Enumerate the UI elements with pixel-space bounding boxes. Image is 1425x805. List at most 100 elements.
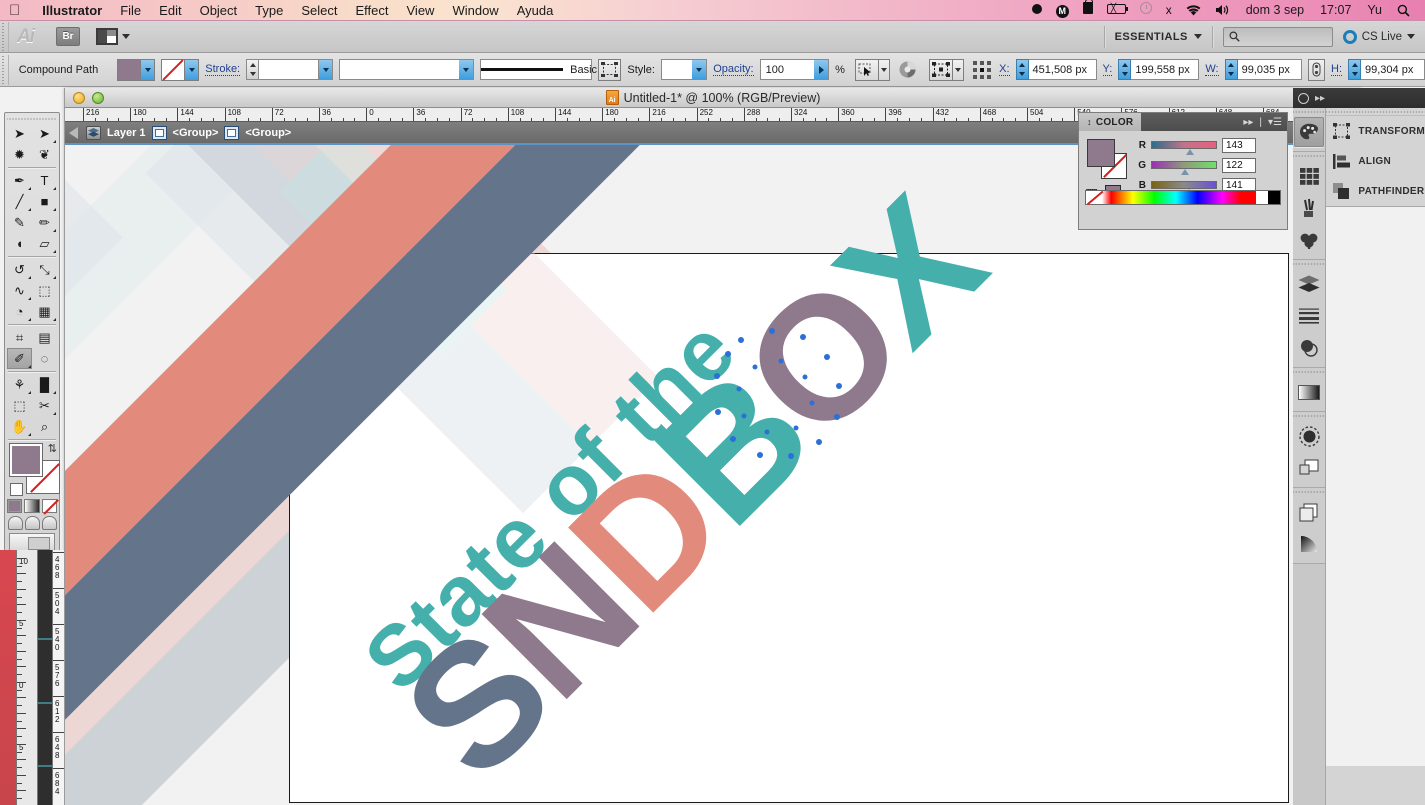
pen-tool[interactable]: ✒ (7, 170, 32, 191)
white-swatch[interactable] (1256, 191, 1268, 204)
artboard-tool[interactable]: ⬚ (7, 395, 32, 416)
x-field[interactable]: 451,508 px (1015, 59, 1097, 80)
transform-icon[interactable] (928, 58, 953, 81)
h-stepper[interactable] (1348, 59, 1361, 80)
breadcrumb-group-2[interactable]: <Group> (245, 127, 291, 139)
column-graph-tool[interactable]: █ (32, 374, 57, 395)
group-grip[interactable] (1293, 488, 1326, 495)
w-stepper[interactable] (1224, 59, 1238, 80)
constrain-proportions-icon[interactable] (1307, 58, 1325, 81)
none-mode-button[interactable] (41, 499, 57, 513)
arrange-documents-button[interactable] (96, 28, 130, 45)
menu-view[interactable]: View (398, 0, 444, 21)
color-spectrum-bar[interactable] (1085, 190, 1281, 205)
hand-tool[interactable]: ✋ (7, 416, 32, 437)
black-swatch[interactable] (1268, 191, 1280, 204)
draw-inside-button[interactable] (41, 516, 57, 530)
breadcrumb-layer-1[interactable]: Layer 1 (107, 127, 146, 139)
swap-fill-stroke-icon[interactable]: ⇅ (48, 442, 57, 455)
chevron-down-icon[interactable] (878, 58, 890, 81)
menu-illustrator[interactable]: Illustrator (33, 0, 111, 21)
color-channel-value[interactable]: 143 (1222, 137, 1256, 153)
zoom-tool[interactable]: ⌕ (32, 416, 57, 437)
wifi-icon[interactable] (1179, 4, 1208, 16)
bridge-button[interactable]: Br (56, 27, 80, 46)
opacity-field[interactable]: 100 (759, 59, 830, 80)
x-stepper[interactable] (1015, 59, 1029, 80)
stroke-profile-dropdown[interactable] (339, 59, 475, 80)
canvas-area[interactable]: State of the SNDBOX (65, 145, 1362, 805)
layers-icon[interactable] (1294, 269, 1324, 299)
chevron-down-icon[interactable] (692, 60, 707, 79)
bluetooth-icon[interactable]: x (1159, 0, 1179, 21)
select-similar-options[interactable] (854, 58, 890, 81)
shape-builder-tool[interactable]: ◔ (7, 301, 32, 322)
slice-tool[interactable]: ✂ (32, 395, 57, 416)
bag-icon[interactable] (1076, 0, 1100, 21)
chevron-down-icon[interactable] (952, 58, 964, 81)
separations-preview-icon[interactable] (1294, 529, 1324, 559)
controlbar-grip[interactable] (0, 54, 9, 85)
selection-tool[interactable]: ➤ (7, 123, 32, 144)
graphic-styles-icon[interactable] (1294, 453, 1324, 483)
brushes-icon[interactable] (1294, 193, 1324, 223)
fill-color-box[interactable] (9, 443, 43, 477)
fill-color-control[interactable] (117, 58, 156, 81)
chevron-down-icon[interactable] (319, 59, 334, 80)
panel-pathfinder[interactable]: PATHFINDER (1326, 176, 1425, 206)
reference-point-icon[interactable] (970, 59, 993, 81)
expand-dock-icon[interactable]: ▸▸ (1315, 93, 1325, 104)
y-field[interactable]: 199,558 px (1118, 59, 1200, 80)
free-transform-tool[interactable]: ⬚ (32, 280, 57, 301)
menu-effect[interactable]: Effect (346, 0, 397, 21)
swatches-icon[interactable] (1294, 161, 1324, 191)
menu-object[interactable]: Object (191, 0, 247, 21)
draw-behind-button[interactable] (24, 516, 40, 530)
blend-tool[interactable]: ◌ (32, 348, 57, 369)
none-swatch[interactable] (1086, 191, 1102, 204)
menu-window[interactable]: Window (443, 0, 507, 21)
recolor-artwork-icon[interactable] (896, 59, 919, 81)
magic-wand-tool[interactable]: ✹ (7, 144, 32, 165)
panel-menu-icon[interactable]: ▾☰ (1268, 117, 1282, 128)
color-slider-thumb[interactable] (1185, 149, 1194, 155)
group-grip[interactable] (1293, 412, 1326, 419)
gradient-tool[interactable]: ▤ (32, 327, 57, 348)
eyedropper-tool[interactable]: ✐ (7, 348, 32, 369)
appearance-icon[interactable] (1294, 421, 1324, 451)
collapse-icon[interactable]: ▸▸ (1243, 117, 1253, 128)
opacity-label[interactable]: Opacity: (713, 63, 754, 76)
color-channel-value[interactable]: 122 (1222, 157, 1256, 173)
spectrum-gradient[interactable] (1102, 191, 1256, 204)
blob-brush-tool[interactable]: ◖ (7, 233, 32, 254)
appbar-grip[interactable] (0, 21, 9, 52)
cs-live-button[interactable]: CS Live (1342, 29, 1415, 44)
minimize-button[interactable] (73, 92, 85, 104)
chevron-down-icon[interactable] (459, 60, 474, 79)
menu-ayuda[interactable]: Ayuda (508, 0, 563, 21)
group-grip[interactable] (1293, 152, 1326, 159)
paintbrush-tool[interactable]: ✎ (7, 212, 32, 233)
draw-normal-button[interactable] (7, 516, 23, 530)
evernote-icon[interactable]: M (1049, 0, 1076, 21)
toolbox-grip[interactable] (7, 115, 57, 123)
menu-edit[interactable]: Edit (150, 0, 190, 21)
rectangle-tool[interactable]: ■ (32, 191, 57, 212)
menu-type[interactable]: Type (246, 0, 292, 21)
vertical-ruler-right[interactable]: 468 504 540 576 612 648 684 (52, 550, 64, 805)
battery-icon[interactable]: ╳ (1100, 0, 1133, 21)
spotlight-search-icon[interactable] (1390, 4, 1417, 17)
artboards-icon[interactable] (1294, 497, 1324, 527)
menu-bar-date[interactable]: dom 3 sep (1238, 3, 1312, 17)
chevron-down-icon[interactable] (184, 59, 199, 80)
y-value[interactable]: 199,558 px (1131, 59, 1200, 80)
y-stepper[interactable] (1118, 59, 1132, 80)
default-fill-stroke-icon[interactable] (10, 483, 23, 496)
stroke-swatch-none[interactable] (162, 59, 185, 80)
help-search-input[interactable] (1222, 26, 1333, 47)
width-tool[interactable]: ∿ (7, 280, 32, 301)
stroke-weight-label[interactable]: Stroke: (205, 63, 241, 76)
rotate-tool[interactable]: ↺ (7, 259, 32, 280)
menu-bar-user[interactable]: Yu (1359, 3, 1390, 17)
document-title-bar[interactable]: Ai Untitled-1* @ 100% (RGB/Preview) (65, 88, 1361, 108)
